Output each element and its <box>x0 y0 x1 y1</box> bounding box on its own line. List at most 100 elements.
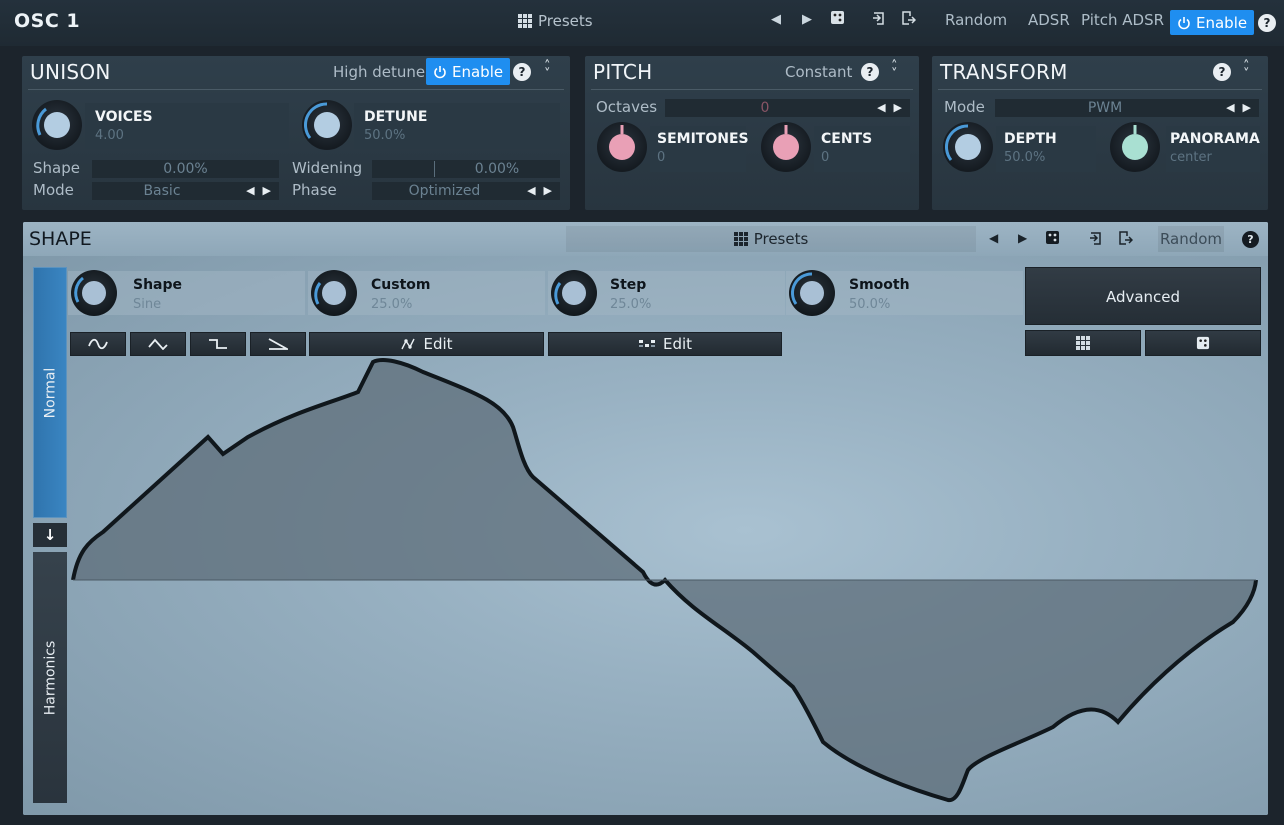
prev-preset-icon[interactable]: ◀ <box>771 12 781 27</box>
shape-dice-icon[interactable] <box>1045 230 1060 248</box>
power-icon <box>434 65 446 78</box>
divider <box>591 89 913 90</box>
step-knob-label: Step <box>610 277 647 293</box>
custom-edit-button[interactable]: Edit <box>309 332 544 356</box>
transform-mode-arrows-icon[interactable]: ◀▶ <box>1226 99 1259 117</box>
unison-help-icon[interactable]: ? <box>513 63 531 81</box>
cents-label: CENTS <box>821 131 873 147</box>
panorama-value: center <box>1170 150 1212 165</box>
smooth-knob-label: Smooth <box>849 277 910 293</box>
high-detune-label: High detune <box>333 63 426 81</box>
triangle-wave-button[interactable] <box>130 332 186 356</box>
unison-enable-button[interactable]: Enable <box>426 58 511 85</box>
detune-knob[interactable] <box>302 100 352 150</box>
shape-randomize-button[interactable] <box>1145 330 1261 356</box>
tab-harmonics[interactable]: Harmonics <box>33 552 67 803</box>
semitones-knob[interactable] <box>597 122 647 172</box>
mode-value: Basic <box>143 183 181 199</box>
shape-help-icon[interactable]: ? <box>1242 231 1259 248</box>
phase-label: Phase <box>292 181 337 199</box>
pitch-help-icon[interactable]: ? <box>861 63 879 81</box>
voices-value: 4.00 <box>95 128 124 143</box>
step-knob[interactable] <box>551 270 597 316</box>
mode-arrows-icon[interactable]: ◀▶ <box>246 182 279 200</box>
shape-label: Shape <box>33 159 80 177</box>
tab-harmonics-label: Harmonics <box>42 640 59 715</box>
shape-load-icon[interactable] <box>1089 230 1105 249</box>
panorama-knob[interactable] <box>1110 122 1160 172</box>
unison-mode-select[interactable]: Basic ◀▶ <box>92 182 279 200</box>
shape-grid-button[interactable] <box>1025 330 1141 356</box>
octaves-value: 0 <box>760 100 770 116</box>
voices-label: VOICES <box>95 109 153 125</box>
help-icon[interactable]: ? <box>1258 14 1276 32</box>
pitch-collapse-icon[interactable]: ˄ ˅ <box>891 60 898 81</box>
phase-arrows-icon[interactable]: ◀▶ <box>527 182 560 200</box>
semitones-label: SEMITONES <box>657 131 749 147</box>
smooth-knob[interactable] <box>789 270 835 316</box>
transform-mode-value: PWM <box>1087 100 1123 116</box>
arrow-down-icon[interactable]: ↓ <box>33 523 67 547</box>
save-icon[interactable] <box>900 10 917 30</box>
cents-knob[interactable] <box>761 122 811 172</box>
unison-collapse-icon[interactable]: ˄ ˅ <box>544 60 551 81</box>
phase-value: Optimized <box>408 183 481 199</box>
unison-shape-slider[interactable]: 0.00% <box>92 160 279 178</box>
step-edit-icon <box>638 340 655 347</box>
pitch-mode-label[interactable]: Constant <box>785 63 852 81</box>
transform-collapse-icon[interactable]: ˄ ˅ <box>1243 60 1250 81</box>
presets-grid-icon <box>733 232 748 246</box>
next-preset-icon[interactable]: ▶ <box>802 12 812 27</box>
unison-enable-label: Enable <box>452 62 504 81</box>
shape-title: SHAPE <box>29 228 92 250</box>
square-wave-button[interactable] <box>190 332 246 356</box>
depth-value: 50.0% <box>1004 150 1046 165</box>
shape-prev-icon[interactable]: ◀ <box>989 231 998 245</box>
tab-normal-label: Normal <box>42 367 58 418</box>
voices-knob[interactable] <box>32 100 82 150</box>
custom-edit-label: Edit <box>423 335 453 353</box>
random-button[interactable]: Random <box>945 11 1007 29</box>
presets-label: Presets <box>538 12 593 30</box>
dice-icon <box>1196 336 1210 350</box>
shape-knob[interactable] <box>71 270 117 316</box>
shape-panel: SHAPE Presets ◀ ▶ Random ? Normal ↓ Harm… <box>23 222 1268 815</box>
smooth-knob-value: 50.0% <box>849 297 891 312</box>
sine-wave-button[interactable] <box>70 332 126 356</box>
transform-help-icon[interactable]: ? <box>1213 63 1231 81</box>
adsr-button[interactable]: ADSR <box>1028 11 1070 29</box>
tab-harmonics-label-wrap: Harmonics <box>33 552 67 803</box>
widening-value: 0.00% <box>474 161 520 177</box>
depth-knob[interactable] <box>943 122 993 172</box>
octaves-select[interactable]: 0 ◀▶ <box>665 99 910 117</box>
transform-mode-select[interactable]: PWM ◀▶ <box>995 99 1259 117</box>
tab-normal[interactable]: Normal <box>33 267 67 518</box>
grid-icon <box>1076 336 1090 350</box>
phase-select[interactable]: Optimized ◀▶ <box>372 182 560 200</box>
step-edit-button[interactable]: Edit <box>548 332 782 356</box>
detune-label: DETUNE <box>364 109 428 125</box>
widening-slider[interactable]: 0.00% <box>372 160 560 178</box>
shape-next-icon[interactable]: ▶ <box>1018 231 1027 245</box>
transform-mode-label: Mode <box>944 98 985 116</box>
osc-enable-button[interactable]: Enable <box>1170 10 1255 35</box>
cents-value: 0 <box>821 150 830 165</box>
shape-random-button[interactable]: Random <box>1158 226 1224 252</box>
transform-panel: TRANSFORM ? ˄ ˅ Mode PWM ◀▶ DEPTH 50.0% P… <box>932 56 1268 210</box>
unison-panel: UNISON High detune Enable ? ˄ ˅ VOICES 4.… <box>22 56 570 210</box>
load-icon[interactable] <box>872 10 888 30</box>
saw-wave-button[interactable] <box>250 332 306 356</box>
shape-save-icon[interactable] <box>1117 230 1134 249</box>
saw-wave-icon <box>268 338 288 350</box>
octaves-arrows-icon[interactable]: ◀▶ <box>877 99 910 117</box>
transform-title: TRANSFORM <box>940 60 1068 84</box>
presets-button[interactable]: Presets <box>518 12 593 30</box>
shape-presets-button[interactable]: Presets <box>566 226 976 252</box>
divider <box>28 89 564 90</box>
triangle-wave-icon <box>148 338 168 350</box>
pitch-adsr-button[interactable]: Pitch ADSR <box>1081 11 1164 29</box>
custom-knob[interactable] <box>311 270 357 316</box>
power-icon <box>1178 16 1190 29</box>
advanced-button[interactable]: Advanced <box>1025 267 1261 325</box>
randomize-dice-icon[interactable] <box>830 10 845 29</box>
